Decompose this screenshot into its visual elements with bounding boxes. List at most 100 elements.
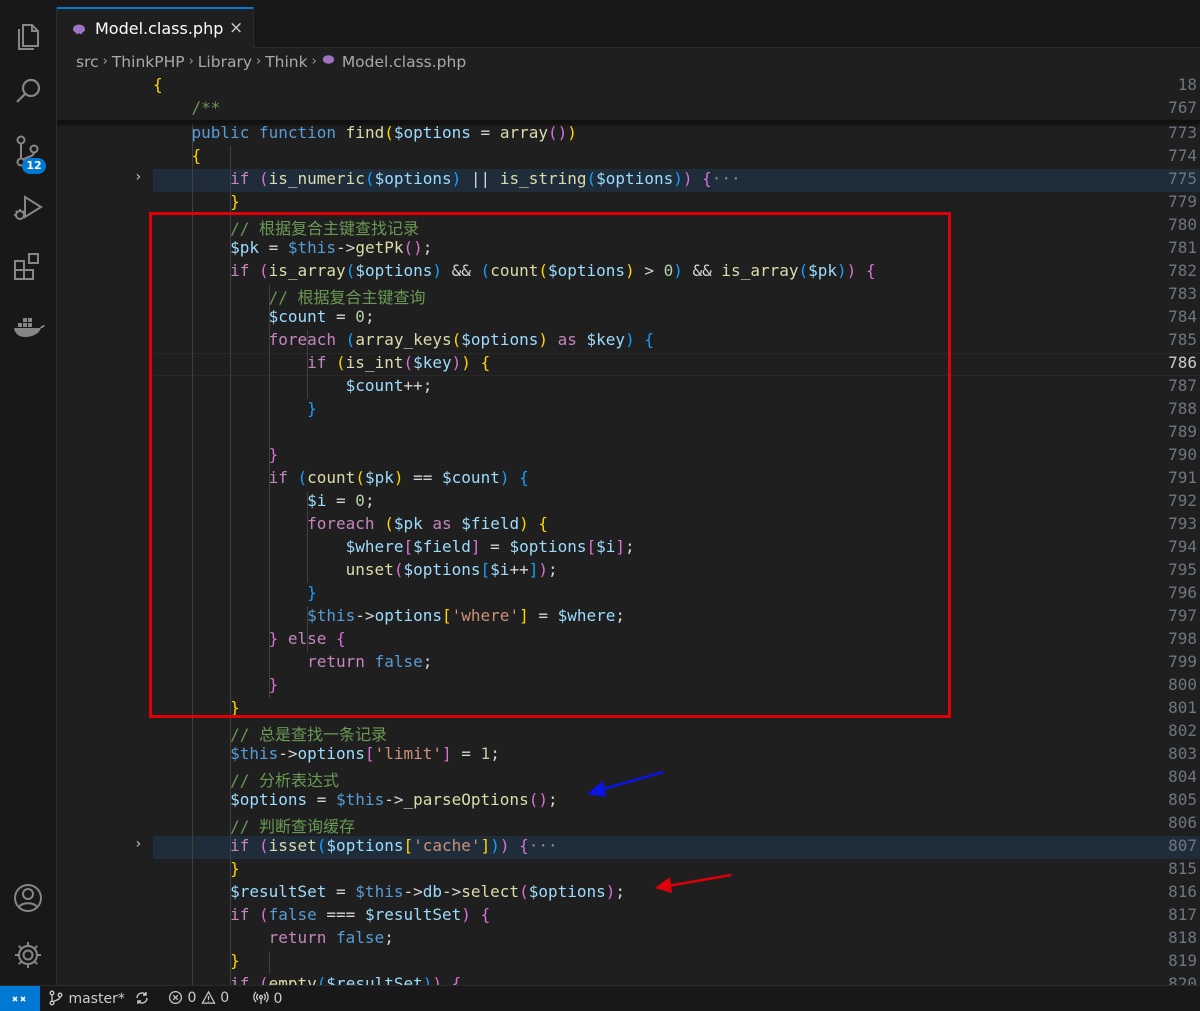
line-number: 779 (1168, 192, 1197, 211)
run-debug-icon[interactable] (10, 189, 46, 225)
breadcrumb-separator: › (188, 54, 194, 69)
code-line[interactable]: $resultSet = $this->db->select($options)… (153, 882, 625, 905)
code-line[interactable]: // 总是查找一条记录 (153, 721, 387, 744)
php-elephant-icon (71, 21, 87, 37)
source-control-badge: 12 (22, 158, 46, 174)
code-line[interactable]: if (is_array($options) && (count($option… (153, 261, 876, 284)
line-number: 785 (1168, 330, 1197, 349)
line-number: 783 (1168, 284, 1197, 303)
code-line[interactable]: $count = 0; (153, 307, 375, 330)
code-line[interactable]: $this->options['limit'] = 1; (153, 744, 500, 767)
code-line[interactable]: } (153, 675, 279, 698)
breadcrumb-item-thinkphp[interactable]: ThinkPHP (112, 53, 185, 71)
code-line[interactable]: // 分析表达式 (153, 767, 339, 790)
code-line[interactable]: } (153, 951, 240, 974)
line-number: 782 (1168, 261, 1197, 280)
docker-icon[interactable] (10, 308, 46, 344)
code-line[interactable]: if (isset($options['cache'])) {··· (153, 836, 558, 859)
breadcrumb-separator: › (256, 54, 262, 69)
line-number: 793 (1168, 514, 1197, 533)
git-branch-icon (49, 990, 63, 1006)
search-icon[interactable] (10, 73, 46, 109)
code-line[interactable]: $count++; (153, 376, 433, 399)
code-line[interactable]: unset($options[$i++]); (153, 560, 558, 583)
code-line[interactable]: foreach (array_keys($options) as $key) { (153, 330, 654, 353)
breadcrumb-item-file[interactable]: Model.class.php (342, 53, 466, 71)
editor-tab-bar: Model.class.php × (57, 7, 1200, 48)
line-number: 803 (1168, 744, 1197, 763)
code-line[interactable]: { (153, 146, 202, 169)
line-number: 780 (1168, 215, 1197, 234)
code-line[interactable]: if (count($pk) == $count) { (153, 468, 529, 491)
explorer-icon[interactable] (10, 16, 46, 52)
code-line[interactable]: } (153, 192, 240, 215)
indent-guide (307, 330, 309, 399)
code-line[interactable]: $where[$field] = $options[$i]; (153, 537, 635, 560)
code-line[interactable]: } (153, 859, 240, 882)
line-number: 792 (1168, 491, 1197, 510)
fold-chevron-icon[interactable]: › (134, 169, 142, 192)
line-number: 798 (1168, 629, 1197, 648)
breadcrumb-item-think[interactable]: Think (265, 53, 307, 71)
code-line[interactable]: $i = 0; (153, 491, 374, 514)
code-line[interactable]: if (empty($resultSet)) { (153, 974, 461, 985)
fold-chevron-icon[interactable]: › (134, 836, 142, 859)
code-line[interactable]: { (153, 75, 163, 98)
line-number: 781 (1168, 238, 1197, 257)
indent-guide (191, 123, 193, 985)
line-number: 820 (1168, 974, 1197, 985)
code-line[interactable]: $this->options['where'] = $where; (153, 606, 625, 629)
branch-status[interactable]: master* (48, 990, 125, 1007)
tab-model-class-php[interactable]: Model.class.php × (57, 7, 254, 48)
code-line[interactable]: } (153, 399, 317, 422)
warning-icon (201, 990, 216, 1004)
code-line[interactable]: } else { (153, 629, 346, 652)
ports-status[interactable]: 0 (253, 990, 282, 1007)
line-number: 804 (1168, 767, 1197, 786)
code-line[interactable]: return false; (153, 928, 394, 951)
code-line[interactable]: $pk = $this->getPk(); (153, 238, 432, 261)
code-line[interactable]: } (153, 698, 240, 721)
settings-gear-icon[interactable] (10, 937, 46, 973)
close-icon[interactable]: × (229, 18, 243, 38)
code-line[interactable]: } (153, 583, 317, 606)
code-editor[interactable]: 18 {767 /** 773 public function find($opti… (57, 75, 1200, 985)
code-line[interactable]: $options = $this->_parseOptions(); (153, 790, 558, 813)
line-number: 795 (1168, 560, 1197, 579)
code-line[interactable]: // 根据复合主键查询 (153, 284, 426, 307)
code-line[interactable]: if (false === $resultSet) { (153, 905, 490, 928)
line-number: 818 (1168, 928, 1197, 947)
line-number: 797 (1168, 606, 1197, 625)
code-line[interactable]: return false; (153, 652, 432, 675)
line-number: 800 (1168, 675, 1197, 694)
code-line[interactable]: // 根据复合主键查找记录 (153, 215, 419, 238)
title-strip (0, 0, 1200, 7)
line-number: 789 (1168, 422, 1197, 441)
line-number: 775 (1168, 169, 1197, 188)
code-line[interactable]: foreach ($pk as $field) { (153, 514, 548, 537)
code-line[interactable]: public function find($options = array()) (153, 123, 577, 146)
code-line[interactable]: /** (153, 98, 221, 121)
activity-bar: 12 (0, 7, 57, 985)
line-number: 784 (1168, 307, 1197, 326)
indent-guide (307, 491, 309, 583)
breadcrumb-item-library[interactable]: Library (198, 53, 252, 71)
status-bar: master* 0 0 0 (0, 985, 1200, 1011)
code-line[interactable]: if (is_numeric($options) || is_string($o… (153, 169, 741, 192)
sticky-scroll-divider (57, 120, 1200, 122)
code-line[interactable]: if (is_int($key)) { (153, 353, 490, 376)
account-icon[interactable] (10, 880, 46, 916)
remote-indicator[interactable] (0, 986, 40, 1011)
code-line[interactable]: // 判断查询缓存 (153, 813, 355, 836)
line-number: 817 (1168, 905, 1197, 924)
breadcrumb-item-src[interactable]: src (76, 53, 99, 71)
code-line[interactable]: } (153, 445, 279, 468)
breadcrumb-separator: › (311, 54, 317, 69)
problems-status[interactable]: 0 0 (168, 990, 229, 1006)
line-number: 788 (1168, 399, 1197, 418)
extensions-icon[interactable] (10, 248, 46, 284)
php-elephant-icon (321, 52, 336, 71)
warning-count: 0 (220, 990, 230, 1006)
sync-icon[interactable] (134, 990, 150, 1007)
line-number: 819 (1168, 951, 1197, 970)
